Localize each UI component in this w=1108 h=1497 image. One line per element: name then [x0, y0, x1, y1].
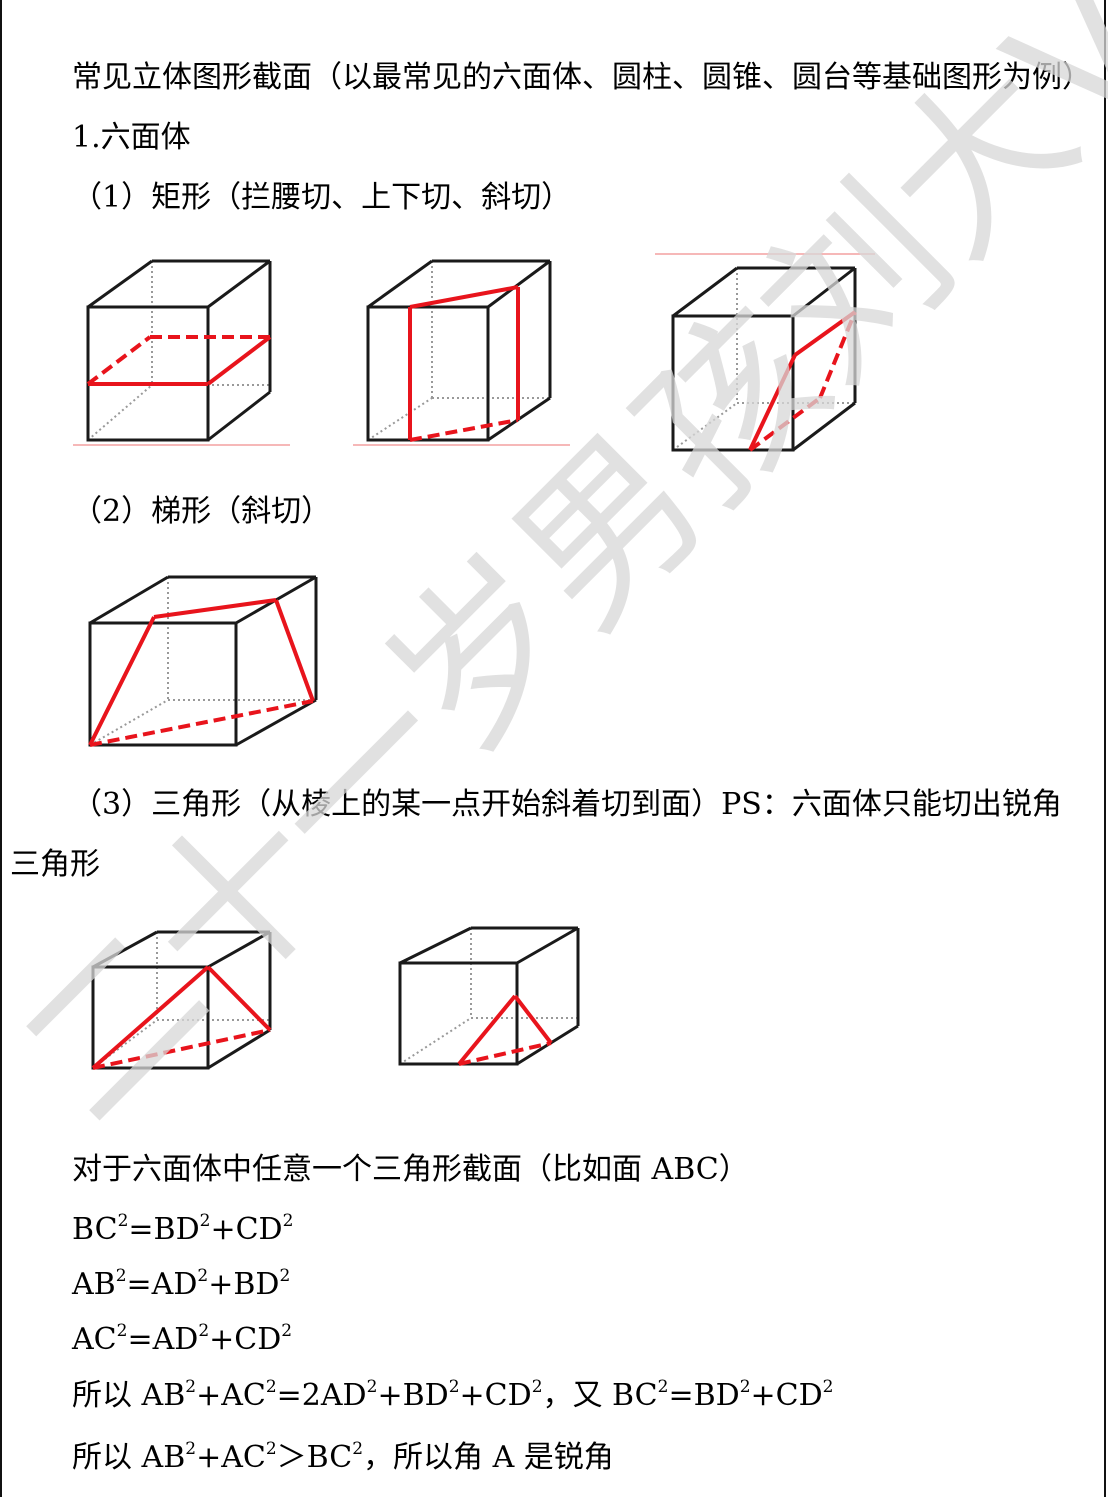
cube-figure-triangle-cut-b — [398, 926, 580, 1066]
equation-sum: 所以 AB2+AC2=2AD2+BD2+CD2，又 BC2=BD2+CD2 — [72, 1377, 834, 1413]
cube-figure-oblique-cut — [655, 253, 875, 452]
cube-figure-trapezoid-cut — [88, 575, 318, 747]
equation-ac: AC2=AD2+CD2 — [72, 1321, 293, 1357]
page-title: 常见立体图形截面（以最常见的六面体、圆柱、圆锥、圆台等基础图形为例） — [72, 60, 1092, 95]
subheading-triangle: （3）三角形（从棱上的某一点开始斜着切到面）PS：六面体只能切出锐角 — [72, 787, 1062, 822]
subheading-triangle-cont: 三角形 — [10, 847, 100, 882]
subheading-rectangle: （1）矩形（拦腰切、上下切、斜切） — [72, 180, 572, 215]
proof-intro: 对于六面体中任意一个三角形截面（比如面 ABC） — [72, 1152, 749, 1187]
section-heading-hexahedron: 1.六面体 — [72, 120, 191, 155]
cube-figure-waist-cut — [73, 259, 290, 446]
equation-ab: AB2=AD2+BD2 — [72, 1266, 291, 1302]
equation-bc: BC2=BD2+CD2 — [72, 1211, 294, 1247]
cube-figure-triangle-cut-a — [91, 930, 272, 1070]
subheading-trapezoid: （2）梯形（斜切） — [72, 494, 332, 529]
cube-figure-vertical-cut — [353, 259, 570, 446]
equation-conclusion: 所以 AB2+AC2＞BC2，所以角 A 是锐角 — [72, 1439, 614, 1475]
